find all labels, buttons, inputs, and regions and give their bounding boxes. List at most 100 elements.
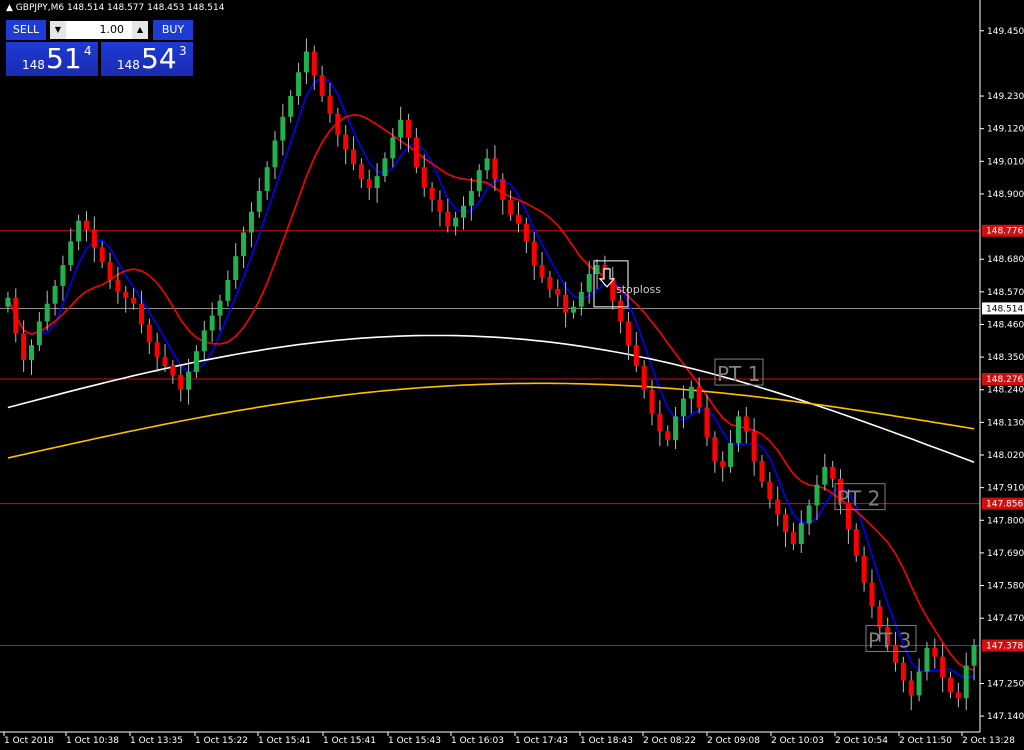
bull-candle: [594, 265, 600, 275]
buy-button[interactable]: BUY: [153, 20, 193, 40]
x-tick-label: 1 Oct 10:38: [66, 736, 119, 746]
collapse-triangle-icon[interactable]: ▲: [6, 3, 13, 13]
buy-price-pip: 3: [179, 44, 187, 58]
sell-price-pip: 4: [84, 44, 92, 58]
symbol-title: ▲ GBPJPY,M6 148.514 148.577 148.453 148.…: [6, 3, 224, 13]
bear-candle: [335, 113, 341, 135]
bear-candle: [547, 277, 553, 289]
bull-candle: [296, 72, 302, 97]
bear-candle: [751, 431, 757, 461]
price-axis: 149.450 149.230 149.120 149.010 148.900 148.6…: [980, 27, 1024, 722]
bear-candle: [413, 137, 419, 168]
x-tick-label: 1 Oct 2018: [4, 736, 54, 746]
bull-candle: [680, 398, 686, 417]
bear-candle: [618, 300, 624, 322]
bear-candle: [830, 466, 836, 479]
bear-candle: [445, 211, 451, 227]
bear-candle: [429, 188, 435, 200]
y-tick-label: 149.450: [987, 27, 1024, 37]
target-label: PT 2: [837, 487, 880, 511]
bear-candle: [13, 297, 19, 334]
bull-candle: [461, 205, 467, 218]
bear-candle: [790, 532, 796, 544]
bull-candle: [971, 644, 977, 666]
bull-candle: [36, 321, 42, 346]
y-tick-label: 147.470: [987, 614, 1024, 624]
y-tick-label: 147.910: [987, 484, 1024, 494]
y-tick-label: 149.230: [987, 92, 1024, 102]
y-tick-label: 147.250: [987, 679, 1024, 689]
lot-size-input[interactable]: ▼ 1.00 ▲: [50, 21, 148, 39]
y-tick-label: 147.800: [987, 516, 1024, 526]
bull-candle: [288, 96, 294, 117]
sell-button[interactable]: SELL: [6, 20, 46, 40]
bear-candle: [131, 297, 137, 304]
bear-candle: [775, 499, 781, 515]
level-price-label: 147.856: [986, 500, 1023, 510]
bear-candle: [853, 529, 859, 556]
bear-candle: [759, 460, 765, 482]
level-price-label: 148.276: [986, 375, 1023, 385]
bull-candle: [241, 232, 247, 257]
bear-candle: [91, 229, 97, 248]
sell-price-box[interactable]: 148 51 4: [6, 42, 98, 76]
y-tick-label: 148.900: [987, 190, 1024, 200]
bear-candle: [99, 247, 105, 263]
y-tick-label: 148.460: [987, 320, 1024, 330]
level-price-label: 147.378: [986, 641, 1023, 651]
bear-candle: [115, 279, 121, 292]
bull-candle: [374, 176, 380, 188]
target-label: PT 1: [717, 362, 760, 386]
bear-candle: [162, 357, 168, 366]
level-price-label: 148.776: [986, 227, 1023, 237]
bear-candle: [696, 386, 702, 408]
y-tick-label: 149.010: [987, 157, 1024, 167]
bear-candle: [343, 134, 349, 150]
bear-candle: [955, 692, 961, 699]
bull-candle: [476, 170, 482, 191]
y-tick-label: 148.570: [987, 288, 1024, 298]
bull-candle: [398, 119, 404, 138]
bull-candle: [806, 505, 812, 524]
bear-candle: [861, 555, 867, 583]
bull-candle: [209, 315, 215, 331]
sell-price-prefix: 148: [22, 58, 45, 72]
bear-candle: [641, 366, 647, 390]
bear-candle: [633, 345, 639, 366]
bear-candle: [146, 324, 152, 343]
x-tick-label: 1 Oct 15:41: [258, 736, 311, 746]
bull-candle: [735, 416, 741, 444]
symbol-line: GBPJPY,M6 148.514 148.577 148.453 148.51…: [15, 3, 225, 13]
bear-candle: [555, 288, 561, 295]
bear-candle: [107, 262, 113, 280]
bear-candle: [900, 662, 906, 681]
bear-candle: [869, 582, 875, 607]
x-tick-label: 2 Oct 10:03: [771, 736, 824, 746]
bull-candle: [688, 386, 694, 399]
x-tick-label: 1 Oct 16:03: [451, 736, 504, 746]
bear-candle: [437, 199, 443, 212]
bear-candle: [767, 481, 773, 500]
bear-candle: [783, 514, 789, 533]
bull-candle: [5, 297, 11, 307]
buy-price-box[interactable]: 148 54 3: [101, 42, 193, 76]
price-chart[interactable]: PT 1 PT 2 PT 3 stoploss 149.450 149.230 149.1…: [0, 0, 1024, 750]
bull-candle: [453, 217, 459, 227]
bull-candle: [814, 484, 820, 506]
bear-candle: [327, 96, 333, 114]
bull-candle: [578, 291, 584, 307]
lot-decrease-icon[interactable]: ▼: [50, 21, 66, 39]
lot-increase-icon[interactable]: ▲: [132, 21, 148, 39]
y-tick-label: 148.020: [987, 451, 1024, 461]
bull-candle: [225, 279, 231, 301]
bid-price-label: 148.514: [986, 304, 1023, 314]
buy-price-main: 54: [141, 42, 177, 75]
bull-candle: [382, 158, 388, 177]
bear-candle: [940, 656, 946, 678]
bear-candle: [908, 680, 914, 696]
bull-candle: [916, 671, 922, 696]
bear-candle: [704, 407, 710, 438]
x-tick-label: 1 Oct 15:22: [195, 736, 248, 746]
bear-candle: [170, 366, 176, 375]
y-tick-label: 149.120: [987, 125, 1024, 135]
